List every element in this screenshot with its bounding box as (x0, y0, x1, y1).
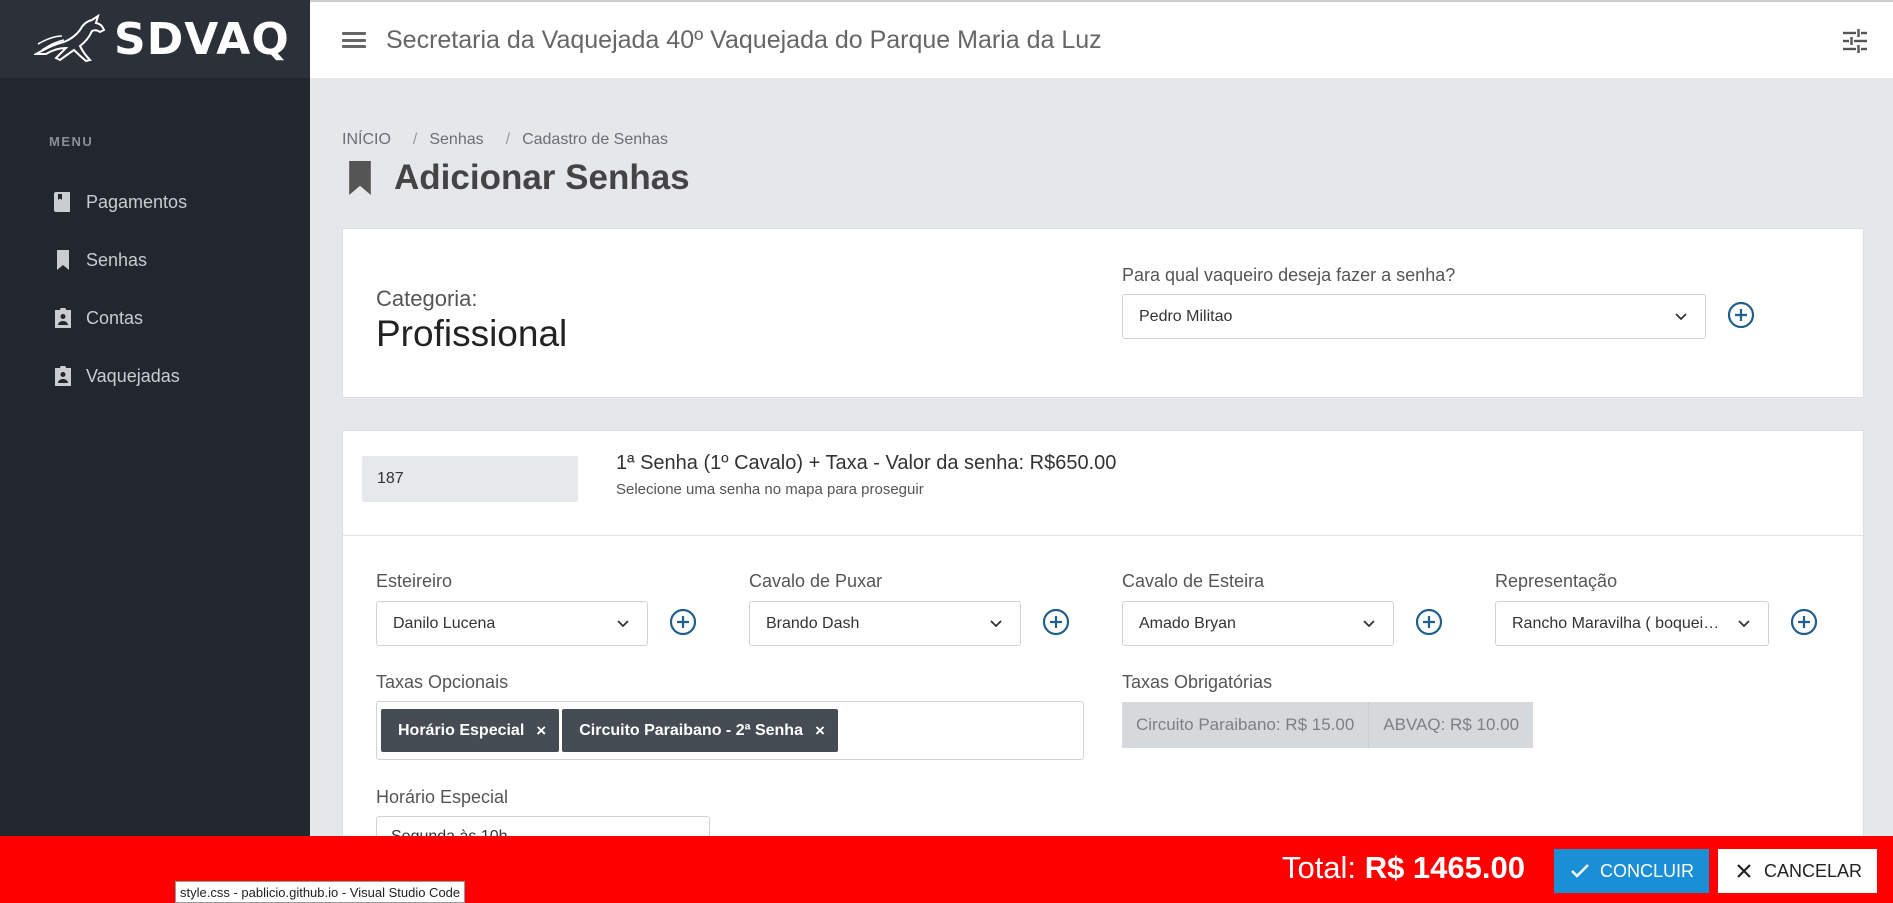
representacao-select[interactable]: Rancho Maravilha ( boqueirã... (1495, 601, 1769, 646)
plus-circle-icon (1415, 608, 1443, 636)
vaqueiro-select-value: Pedro Militao (1139, 307, 1233, 325)
cavalo-puxar-select[interactable]: Brando Dash (749, 601, 1021, 646)
esteireiro-select[interactable]: Danilo Lucena (376, 601, 648, 646)
book-icon (54, 192, 72, 212)
category-label: Categoria: (376, 286, 478, 311)
sidebar-item-label: Contas (86, 307, 144, 328)
tag-horario-especial: Horário Especial × (381, 709, 560, 752)
remove-tag-icon[interactable]: × (815, 721, 825, 741)
senha-card: 187 1ª Senha (1º Cavalo) + Taxa - Valor … (342, 430, 1864, 903)
horario-especial-label: Horário Especial (376, 787, 509, 807)
topbar: Secretaria da Vaquejada 40º Vaquejada do… (310, 0, 1893, 78)
sidebar-item-pagamentos[interactable]: Pagamentos (0, 173, 310, 231)
bookmark-icon (349, 161, 371, 195)
esteireiro-label: Esteireiro (376, 571, 453, 591)
logo-text: SDVAQ (114, 13, 290, 65)
breadcrumb-home[interactable]: INÍCIO (342, 131, 391, 149)
taxas-opcionais-label: Taxas Opcionais (376, 672, 509, 692)
settings-sliders-icon[interactable] (1842, 28, 1868, 54)
taxas-obrigatorias-label: Taxas Obrigatórias (1122, 672, 1273, 692)
cavalo-puxar-label: Cavalo de Puxar (749, 571, 883, 591)
chevron-down-icon (1357, 612, 1381, 636)
add-esteireiro-button[interactable] (669, 608, 697, 636)
vaqueiro-select[interactable]: Pedro Militao (1122, 294, 1706, 339)
category-card: Categoria: Profissional Para qual vaquei… (342, 228, 1864, 398)
menu-title: MENU (49, 134, 94, 149)
breadcrumb: INÍCIO / Senhas / Cadastro de Senhas (342, 131, 668, 149)
fee-item: Circuito Paraibano: R$ 15.00 (1122, 702, 1370, 748)
breadcrumb-senhas[interactable]: Senhas (429, 131, 483, 149)
breadcrumb-separator: / (505, 131, 511, 148)
sidebar-item-senhas[interactable]: Senhas (0, 231, 310, 289)
close-icon (1737, 864, 1751, 878)
add-vaqueiro-button[interactable] (1727, 301, 1755, 329)
logo[interactable]: SDVAQ (0, 0, 310, 78)
sidebar-item-contas[interactable]: Contas (0, 289, 310, 347)
cavalo-puxar-select-value: Brando Dash (766, 614, 860, 632)
concluir-label: CONCLUIR (1600, 860, 1695, 881)
vaqueiro-label: Para qual vaqueiro deseja fazer a senha? (1122, 265, 1456, 285)
app-title: Secretaria da Vaquejada 40º Vaquejada do… (386, 25, 1102, 54)
bookmark-icon (54, 250, 72, 270)
senha-number-field: 187 (362, 456, 578, 502)
senha-subtitle: Selecione uma senha no mapa para prosegu… (616, 481, 924, 498)
tag-label: Circuito Paraibano - 2ª Senha (579, 721, 803, 739)
remove-tag-icon[interactable]: × (536, 721, 546, 741)
page-header: Adicionar Senhas (346, 158, 690, 198)
chevron-down-icon (1669, 305, 1693, 329)
add-representacao-button[interactable] (1790, 608, 1818, 636)
check-icon (1571, 864, 1589, 878)
badge-icon (54, 308, 72, 328)
breadcrumb-separator: / (412, 131, 418, 148)
fee-item: ABVAQ: R$ 10.00 (1369, 702, 1534, 748)
badge-icon (54, 366, 72, 386)
sidebar-item-label: Pagamentos (86, 191, 188, 212)
cancelar-button[interactable]: CANCELAR (1718, 849, 1877, 893)
cavalo-esteira-select[interactable]: Amado Bryan (1122, 601, 1394, 646)
representacao-label: Representação (1495, 571, 1618, 591)
page-title: Adicionar Senhas (394, 158, 690, 197)
divider (343, 535, 1863, 536)
sidebar-menu: Pagamentos Senhas Contas Vaquejadas (0, 173, 310, 405)
tag-circuito-paraibano: Circuito Paraibano - 2ª Senha × (562, 709, 838, 752)
hamburger-menu-icon[interactable] (342, 30, 366, 50)
cavalo-esteira-label: Cavalo de Esteira (1122, 571, 1265, 591)
chevron-down-icon (611, 612, 635, 636)
plus-circle-icon (669, 608, 697, 636)
sidebar-item-label: Vaquejadas (86, 365, 180, 386)
plus-circle-icon (1042, 608, 1070, 636)
breadcrumb-current: Cadastro de Senhas (522, 131, 668, 148)
plus-circle-icon (1727, 301, 1755, 329)
sidebar-item-vaquejadas[interactable]: Vaquejadas (0, 347, 310, 405)
add-cavalo-esteira-button[interactable] (1415, 608, 1443, 636)
chevron-down-icon (984, 612, 1008, 636)
plus-circle-icon (1790, 608, 1818, 636)
horse-logo-icon (34, 14, 106, 63)
cancelar-label: CANCELAR (1764, 860, 1863, 881)
taskbar-tooltip: style.css - pablicio.github.io - Visual … (175, 881, 466, 903)
chevron-down-icon (1732, 612, 1756, 636)
total-value: R$ 1465.00 (1364, 850, 1525, 885)
tag-label: Horário Especial (398, 721, 525, 739)
sidebar: SDVAQ MENU Pagamentos Senhas Contas Vaqu… (0, 0, 310, 903)
total-label: Total: (1281, 850, 1357, 885)
total-display: Total: R$ 1465.00 (1282, 850, 1525, 886)
concluir-button[interactable]: CONCLUIR (1554, 849, 1709, 893)
esteireiro-select-value: Danilo Lucena (393, 614, 496, 632)
add-cavalo-puxar-button[interactable] (1042, 608, 1070, 636)
taxas-opcionais-multiselect[interactable]: Horário Especial × Circuito Paraibano - … (376, 701, 1084, 760)
cavalo-esteira-select-value: Amado Bryan (1139, 614, 1236, 632)
senha-title: 1ª Senha (1º Cavalo) + Taxa - Valor da s… (616, 452, 1117, 474)
category-value: Profissional (376, 313, 568, 354)
sidebar-item-label: Senhas (86, 249, 148, 270)
taxas-obrigatorias-list: Circuito Paraibano: R$ 15.00 ABVAQ: R$ 1… (1122, 702, 1534, 748)
representacao-select-value: Rancho Maravilha ( boqueirã... (1512, 614, 1731, 632)
